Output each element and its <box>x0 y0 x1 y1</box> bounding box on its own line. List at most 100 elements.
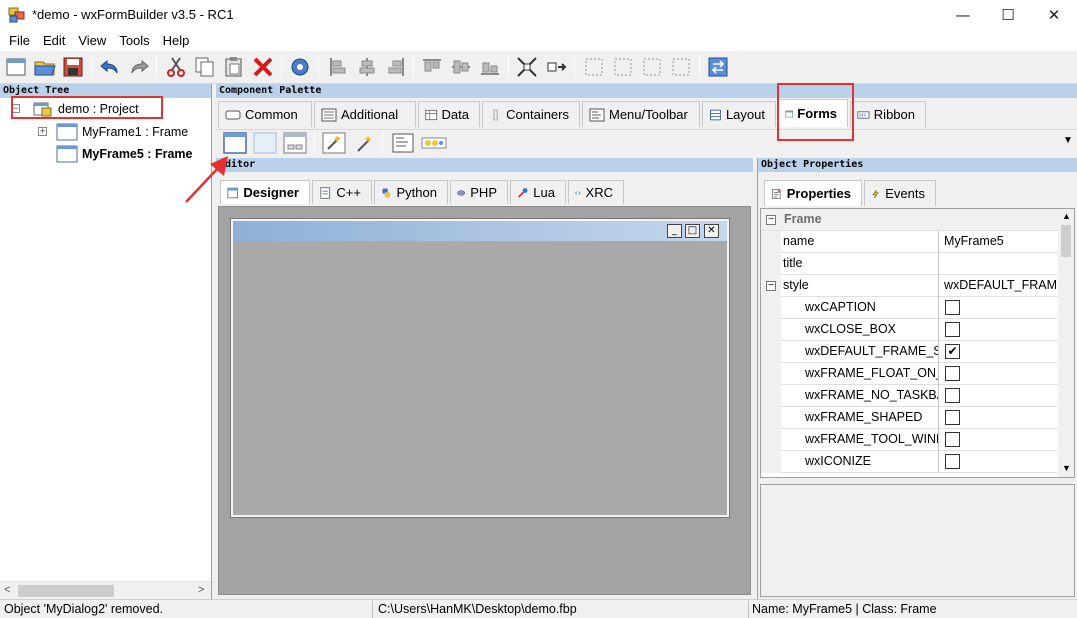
new-project-icon[interactable] <box>4 55 28 79</box>
menu-edit[interactable]: Edit <box>37 30 72 51</box>
style-flag-row[interactable]: wxCLOSE_BOX <box>761 319 1059 341</box>
toolbar-separator <box>382 132 383 154</box>
align-middle-icon[interactable] <box>449 55 473 79</box>
style-flag-row[interactable]: wxICONIZE <box>761 451 1059 473</box>
tab-python[interactable]: Python <box>374 180 448 204</box>
property-row-style[interactable]: − style wxDEFAULT_FRAME_ <box>761 275 1059 297</box>
scroll-thumb[interactable] <box>18 585 114 597</box>
expand-icon[interactable] <box>515 55 539 79</box>
property-row-title[interactable]: title <box>761 253 1059 275</box>
style-flag-row[interactable]: wxFRAME_TOOL_WIND <box>761 429 1059 451</box>
style-flag-checkbox[interactable] <box>945 366 960 381</box>
tab-xrc[interactable]: XRC <box>568 180 624 204</box>
close-window-button[interactable]: ✕ <box>1031 0 1077 30</box>
style-flag-row[interactable]: wxFRAME_FLOAT_ON_P <box>761 363 1059 385</box>
tab-additional[interactable]: Additional <box>314 101 416 127</box>
editor-panel: Editor Designer C++ Python PHP Lua XRC _… <box>216 158 753 599</box>
scroll-left-icon[interactable]: < <box>4 584 10 596</box>
scroll-up-icon[interactable]: ▲ <box>1062 211 1071 221</box>
add-dialog-icon[interactable] <box>283 132 307 154</box>
border-top-icon[interactable] <box>640 55 664 79</box>
add-menubar-icon[interactable] <box>391 132 415 154</box>
php-logo-icon <box>457 189 465 196</box>
border-bottom-icon[interactable] <box>669 55 693 79</box>
scroll-right-icon[interactable]: > <box>198 584 204 596</box>
myframe5-preview[interactable]: _ □ ✕ <box>230 218 730 518</box>
swap-icon[interactable] <box>706 55 730 79</box>
tree-horizontal-scrollbar[interactable]: < > <box>0 581 211 599</box>
add-panel-icon[interactable] <box>253 132 277 154</box>
property-value-name[interactable]: MyFrame5 <box>941 231 1059 253</box>
align-top-icon[interactable] <box>420 55 444 79</box>
menu-file[interactable]: File <box>3 30 37 51</box>
align-left-icon[interactable] <box>326 55 350 79</box>
tab-layout[interactable]: Layout <box>702 101 776 127</box>
minimize-button[interactable]: — <box>940 0 986 30</box>
save-icon[interactable] <box>61 55 85 79</box>
tab-ribbon[interactable]: Ribbon <box>850 101 926 127</box>
style-flag-checkbox[interactable] <box>945 432 960 447</box>
open-folder-icon[interactable] <box>33 55 57 79</box>
property-grid-scrollbar[interactable]: ▲ ▼ <box>1058 209 1074 477</box>
property-row-name[interactable]: name MyFrame5 <box>761 231 1059 253</box>
scroll-thumb[interactable] <box>1061 225 1071 257</box>
delete-icon[interactable] <box>251 55 275 79</box>
generate-code-gear-icon[interactable] <box>288 55 312 79</box>
copy-icon[interactable] <box>193 55 217 79</box>
border-left-icon[interactable] <box>582 55 606 79</box>
style-flag-row[interactable]: wxFRAME_NO_TASKBA <box>761 385 1059 407</box>
property-value-style[interactable]: wxDEFAULT_FRAME_ <box>941 275 1059 297</box>
tab-lua[interactable]: Lua <box>510 180 566 204</box>
style-flag-checkbox[interactable]: ✔ <box>945 344 960 359</box>
designer-canvas[interactable]: _ □ ✕ <box>218 206 751 595</box>
border-right-icon[interactable] <box>611 55 635 79</box>
tab-events[interactable]: Events <box>864 180 936 206</box>
title-bar: *demo - wxFormBuilder v3.5 - RC1 — ☐ ✕ <box>0 0 1077 30</box>
paste-icon[interactable] <box>222 55 246 79</box>
expand-myframe1-icon[interactable]: + <box>38 127 47 136</box>
tab-data[interactable]: Data <box>418 101 480 127</box>
menu-view[interactable]: View <box>72 30 113 51</box>
redo-icon[interactable] <box>127 55 151 79</box>
scroll-down-icon[interactable]: ▼ <box>1062 463 1071 473</box>
status-file-path: C:\Users\HanMK\Desktop\demo.fbp <box>378 602 577 616</box>
align-bottom-icon[interactable] <box>478 55 502 79</box>
collapse-category-icon[interactable]: − <box>766 215 776 225</box>
style-flag-checkbox[interactable] <box>945 300 960 315</box>
window-title: *demo - wxFormBuilder v3.5 - RC1 <box>32 7 234 22</box>
style-flag-checkbox[interactable] <box>945 454 960 469</box>
style-flag-row[interactable]: wxCAPTION <box>761 297 1059 319</box>
tree-item-myframe5[interactable]: MyFrame5 : Frame <box>56 144 192 164</box>
tab-menu-toolbar[interactable]: Menu/Toolbar <box>582 101 700 127</box>
tab-cpp[interactable]: C++ <box>312 180 372 204</box>
editor-tab-bar: Designer C++ Python PHP Lua XRC <box>220 180 626 204</box>
add-wizard-icon[interactable] <box>322 132 346 154</box>
palette-overflow-dropdown-icon[interactable]: ▼ <box>1063 135 1073 146</box>
cut-icon[interactable] <box>164 55 188 79</box>
tab-common[interactable]: Common <box>218 101 312 127</box>
stretch-icon[interactable] <box>544 55 568 79</box>
align-center-icon[interactable] <box>355 55 379 79</box>
tab-containers[interactable]: Containers <box>482 101 580 127</box>
align-right-icon[interactable] <box>384 55 408 79</box>
property-value-title[interactable] <box>941 253 1059 275</box>
style-flag-row[interactable]: wxFRAME_SHAPED <box>761 407 1059 429</box>
tree-item-myframe1[interactable]: MyFrame1 : Frame <box>56 122 188 142</box>
layout-sizer-icon <box>710 109 721 120</box>
style-flag-checkbox[interactable] <box>945 410 960 425</box>
tab-properties[interactable]: Properties <box>764 180 862 206</box>
tab-php[interactable]: PHP <box>450 180 508 204</box>
style-flag-row[interactable]: wxDEFAULT_FRAME_ST ✔ <box>761 341 1059 363</box>
annotation-arrow-icon <box>185 156 228 203</box>
style-flag-checkbox[interactable] <box>945 322 960 337</box>
menu-help[interactable]: Help <box>157 30 197 51</box>
undo-icon[interactable] <box>98 55 122 79</box>
style-flag-checkbox[interactable] <box>945 388 960 403</box>
add-wizard-page-icon[interactable] <box>352 132 376 154</box>
add-toolbar-icon[interactable] <box>421 132 447 154</box>
maximize-button[interactable]: ☐ <box>985 0 1031 30</box>
status-selection: Name: MyFrame5 | Class: Frame <box>752 602 937 616</box>
property-category-frame[interactable]: − Frame <box>761 209 1059 231</box>
menu-tools[interactable]: Tools <box>113 30 156 51</box>
collapse-style-icon[interactable]: − <box>766 281 776 291</box>
